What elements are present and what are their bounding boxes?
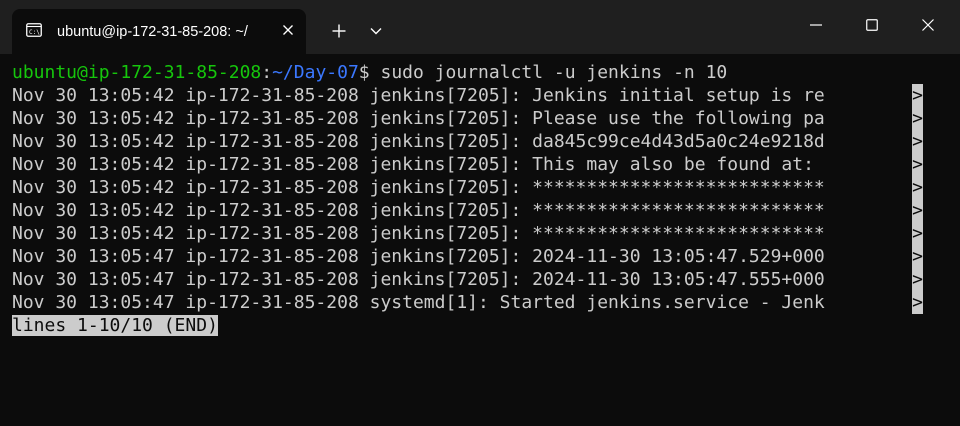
close-icon [922, 19, 934, 31]
truncation-marker: > [912, 130, 923, 153]
tab-close-button[interactable] [278, 20, 298, 40]
terminal-output[interactable]: ubuntu@ip-172-31-85-208:~/Day-07$ sudo j… [12, 60, 952, 420]
log-line: Nov 30 13:05:42 ip-172-31-85-208 jenkins… [12, 177, 825, 198]
prompt-command: sudo journalctl -u jenkins -n 10 [369, 62, 728, 83]
maximize-button[interactable] [852, 5, 892, 45]
log-line: Nov 30 13:05:42 ip-172-31-85-208 jenkins… [12, 131, 825, 152]
log-line: Nov 30 13:05:47 ip-172-31-85-208 jenkins… [12, 246, 825, 267]
truncation-marker: > [912, 176, 923, 199]
truncation-marker: > [912, 268, 923, 291]
plus-icon [332, 24, 346, 38]
terminal-icon: C:\ [26, 22, 42, 38]
prompt-separator: : [261, 62, 273, 83]
log-line: Nov 30 13:05:42 ip-172-31-85-208 jenkins… [12, 108, 825, 129]
svg-text:C:\: C:\ [29, 29, 40, 36]
chevron-down-icon [370, 28, 382, 35]
close-window-button[interactable] [908, 5, 948, 45]
prompt-user-host: ubuntu@ip-172-31-85-208 [12, 62, 262, 83]
truncation-marker: > [912, 245, 923, 268]
log-line: Nov 30 13:05:42 ip-172-31-85-208 jenkins… [12, 154, 825, 175]
log-line: Nov 30 13:05:47 ip-172-31-85-208 systemd… [12, 292, 825, 313]
minimize-icon [810, 24, 822, 26]
truncation-marker: > [912, 199, 923, 222]
prompt-path: ~/Day-07 [272, 62, 359, 83]
log-line: Nov 30 13:05:42 ip-172-31-85-208 jenkins… [12, 200, 825, 221]
terminal-window: C:\ ubuntu@ip-172-31-85-208: ~/ ubuntu@i… [0, 0, 960, 426]
prompt-symbol: $ [358, 62, 370, 83]
truncation-marker: > [912, 153, 923, 176]
log-line: Nov 30 13:05:47 ip-172-31-85-208 jenkins… [12, 269, 825, 290]
truncation-marker: > [912, 84, 923, 107]
log-line: Nov 30 13:05:42 ip-172-31-85-208 jenkins… [12, 223, 825, 244]
log-line: Nov 30 13:05:42 ip-172-31-85-208 jenkins… [12, 85, 825, 106]
truncation-marker: > [912, 107, 923, 130]
tab-terminal[interactable]: C:\ ubuntu@ip-172-31-85-208: ~/ [12, 9, 306, 54]
maximize-icon [866, 19, 878, 31]
new-tab-button[interactable] [322, 17, 356, 45]
command-prompt-line: ubuntu@ip-172-31-85-208:~/Day-07$ sudo j… [12, 61, 727, 84]
truncation-marker: > [912, 222, 923, 245]
pager-status: lines 1-10/10 (END) [12, 315, 218, 336]
tab-dropdown-button[interactable] [362, 17, 390, 45]
title-bar[interactable]: C:\ ubuntu@ip-172-31-85-208: ~/ [0, 0, 960, 54]
pager-status-line: lines 1-10/10 (END) [12, 314, 218, 337]
truncation-marker: > [912, 291, 923, 314]
close-icon [283, 25, 293, 35]
tab-title: ubuntu@ip-172-31-85-208: ~/ [57, 24, 248, 40]
minimize-button[interactable] [796, 5, 836, 45]
